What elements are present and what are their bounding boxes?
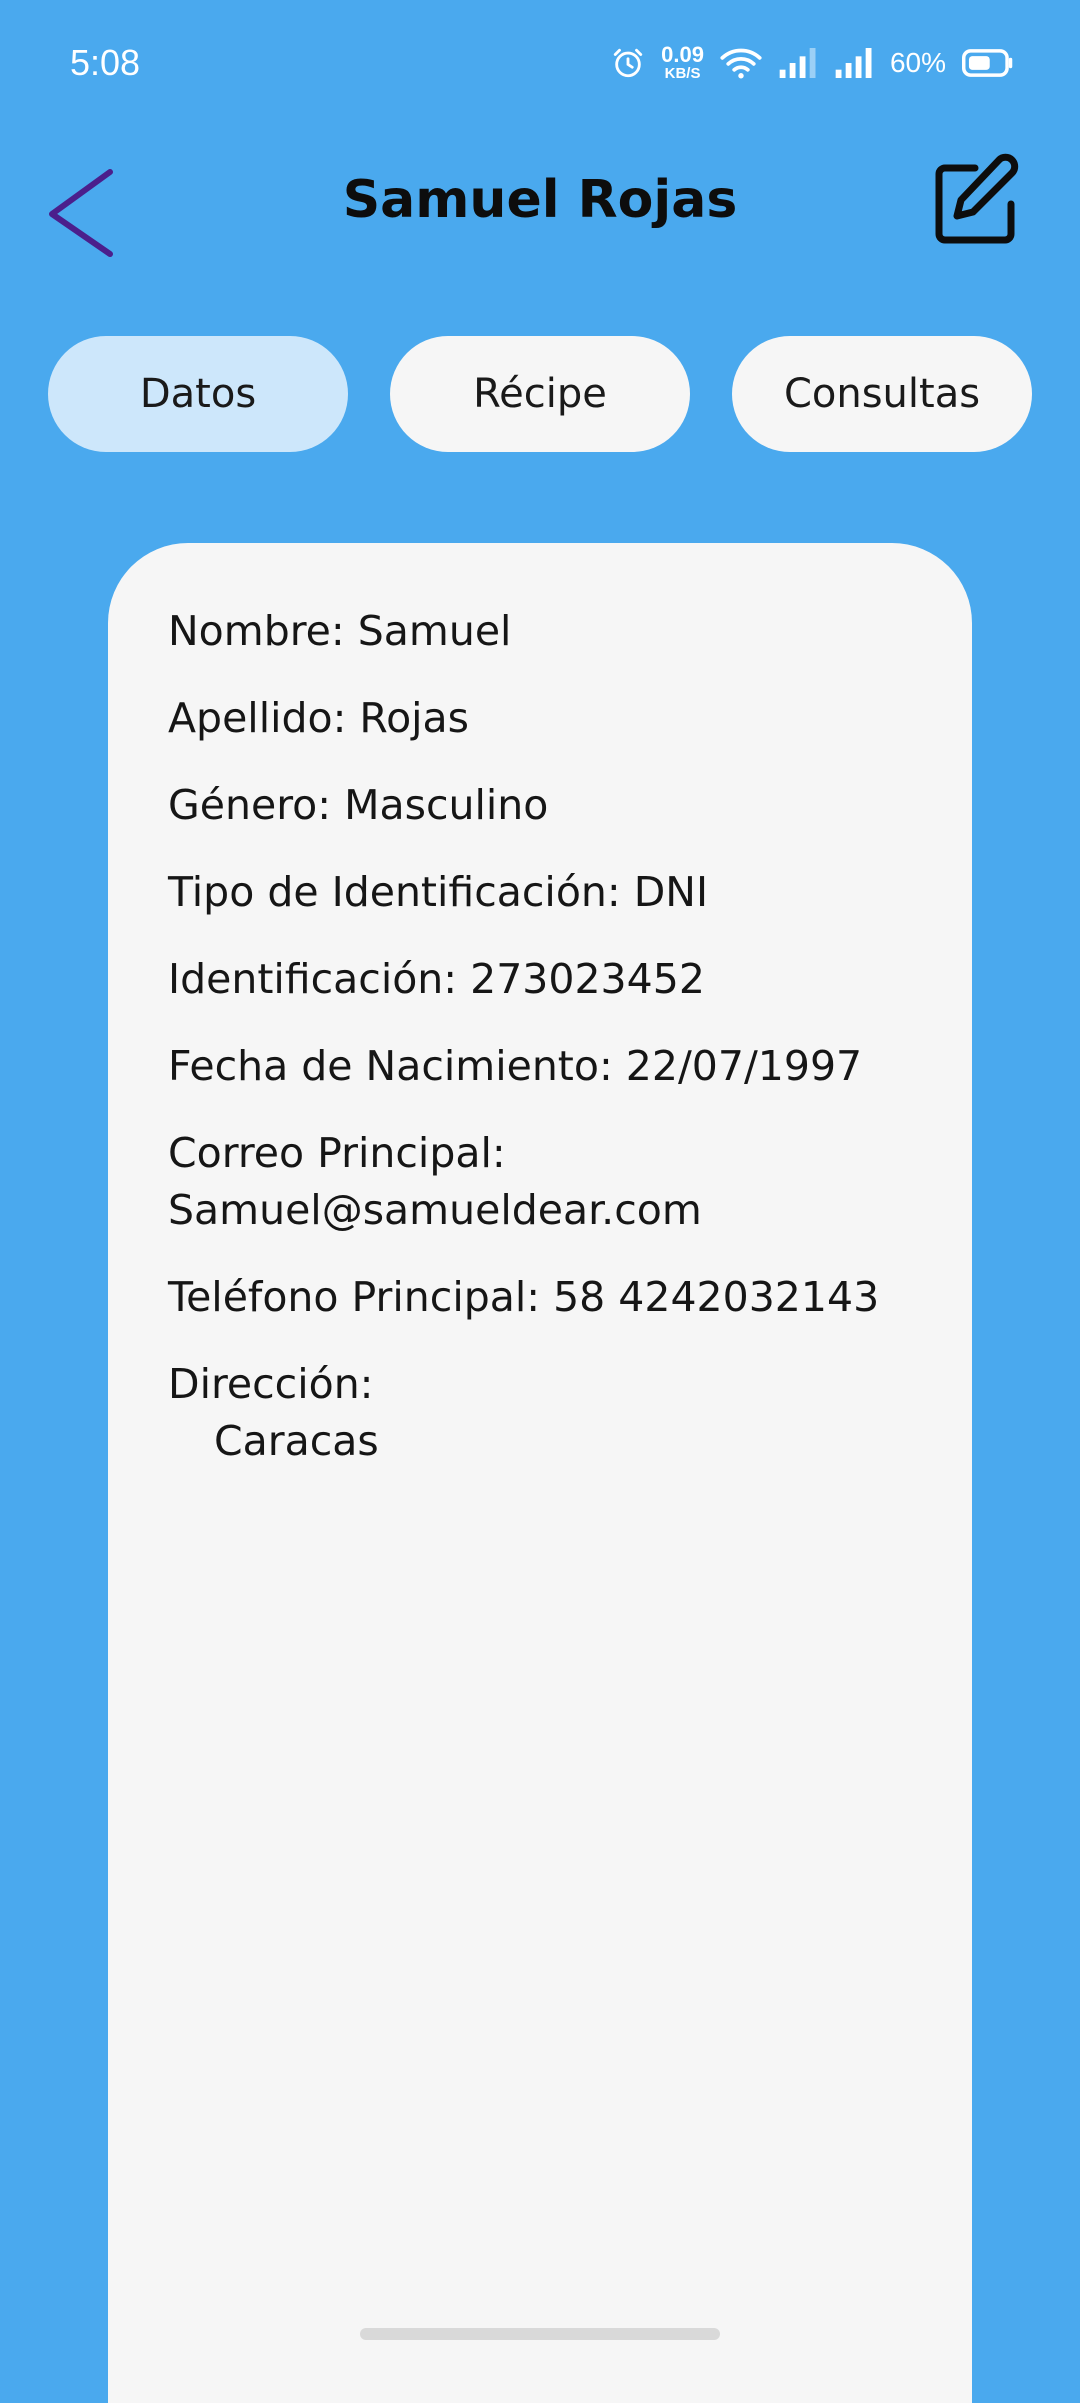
field-correo-value: Samuel@samueldear.com xyxy=(168,1186,702,1234)
signal-icon xyxy=(835,47,872,78)
network-speed: 0.09 KB/S xyxy=(661,42,704,82)
field-correo-label: Correo Principal: xyxy=(168,1129,506,1177)
field-identificacion: Identificación: 273023452 xyxy=(168,955,705,1003)
page-title: Samuel Rojas xyxy=(342,170,738,230)
edit-icon xyxy=(935,153,1019,244)
network-speed-value: 0.09 xyxy=(661,42,704,67)
battery-icon xyxy=(962,48,1013,77)
field-tipo-identificacion: Tipo de Identificación: DNI xyxy=(168,868,709,916)
tab-recipe[interactable]: Récipe xyxy=(390,336,690,452)
field-direccion: Dirección: Caracas xyxy=(168,1356,928,1470)
field-fecha-nacimiento: Fecha de Nacimiento: 22/07/1997 xyxy=(168,1042,863,1090)
battery-percent: 60% xyxy=(889,46,946,78)
alarm-icon xyxy=(613,48,643,77)
field-correo: Correo Principal: Samuel@samueldear.com xyxy=(168,1125,928,1239)
patient-data-card: Nombre: Samuel Apellido: Rojas Género: M… xyxy=(108,543,972,2403)
network-speed-unit: KB/S xyxy=(664,65,701,82)
field-genero: Género: Masculino xyxy=(168,781,549,829)
patient-fields: Nombre: Samuel Apellido: Rojas Género: M… xyxy=(168,603,928,1500)
signal-icon xyxy=(779,47,816,78)
status-time: 5:08 xyxy=(70,42,141,83)
home-indicator xyxy=(360,2328,720,2340)
field-direccion-value: Caracas xyxy=(214,1417,379,1465)
field-nombre: Nombre: Samuel xyxy=(168,607,512,655)
edit-button[interactable] xyxy=(925,150,1025,250)
status-icons: 0.09 KB/S 60% xyxy=(611,44,1014,81)
field-apellido: Apellido: Rojas xyxy=(168,694,470,742)
tab-consultas[interactable]: Consultas xyxy=(732,336,1032,452)
field-direccion-label: Dirección: xyxy=(168,1360,374,1408)
status-bar: 5:08 0.09 KB/S 60% xyxy=(0,0,1080,130)
field-telefono: Teléfono Principal: 58 4242032143 xyxy=(168,1273,880,1321)
tab-datos[interactable]: Datos xyxy=(48,336,348,452)
wifi-icon xyxy=(720,48,762,78)
tab-bar: Datos Récipe Consultas xyxy=(48,336,1032,452)
app-header: Samuel Rojas xyxy=(0,140,1080,270)
